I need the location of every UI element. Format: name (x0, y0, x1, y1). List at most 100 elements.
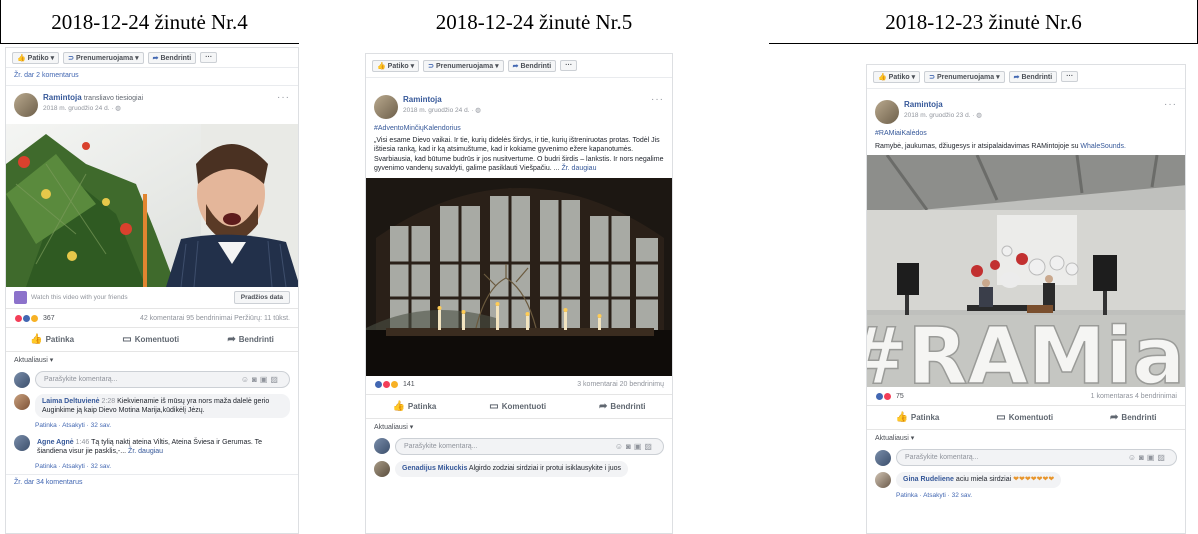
stats-counts[interactable]: 42 komentarai 95 bendrinimai Peržiūrų: 1… (140, 315, 290, 322)
hashtag[interactable]: #RAMiaiKalėdos (875, 129, 1177, 139)
composer-icons[interactable]: ☺◙▣▨ (241, 375, 281, 384)
author-name[interactable]: Ramintoja (43, 93, 82, 102)
stats-counts[interactable]: 3 komentarai 20 bendrinimų (577, 381, 664, 388)
comment-item: Genadijus Mikuckis Algirdo zodziai sirdz… (366, 458, 672, 480)
comment-meta[interactable]: Patinka · Atsakyti · 32 sav. (867, 491, 1185, 499)
comment-sort[interactable]: Aktualiausi ▾ (867, 430, 1185, 446)
follow-button[interactable]: ⊃ Prenumeruojama ▾ (63, 51, 144, 64)
comment-meta[interactable]: Patinka · Atsakyti · 32 sav. (6, 421, 298, 429)
start-watch-button[interactable]: Pradžios data (233, 291, 290, 304)
caption-border-left (0, 0, 1, 44)
avatar[interactable] (875, 472, 891, 488)
author-name[interactable]: Ramintoja (403, 95, 481, 104)
share-page-button[interactable]: ➦ Bendrinti (1008, 70, 1058, 83)
page-toolbar: 👍 Patiko ▾ ⊃ Prenumeruojama ▾ ➦ Bendrint… (867, 65, 1185, 89)
whalesounds-link[interactable]: WhaleSounds. (1080, 143, 1126, 150)
like-page-button[interactable]: 👍 Patiko ▾ (372, 59, 420, 72)
comment-sort[interactable]: Aktualiausi ▾ (6, 352, 298, 368)
avatar[interactable] (875, 100, 899, 124)
like-page-button[interactable]: 👍 Patiko ▾ (873, 70, 921, 83)
thumbs-up-icon: 👍 (895, 412, 908, 423)
caption-post-6: 2018-12-23 žinutė Nr.6 (769, 0, 1198, 44)
share-page-button[interactable]: ➦ Bendrinti (507, 59, 557, 72)
avatar[interactable] (374, 460, 390, 477)
post-actions: 👍 Patinka ▭ Komentuoti ➦ Bendrinti (366, 395, 672, 419)
post-options-icon[interactable]: ··· (651, 94, 664, 105)
avatar[interactable] (374, 95, 398, 119)
follow-button[interactable]: ⊃ Prenumeruojama ▾ (924, 70, 1005, 83)
wow-reaction-icon (30, 313, 39, 323)
reactions-summary[interactable]: 367 (14, 313, 55, 323)
comment-button[interactable]: ▭ Komentuoti (489, 401, 546, 412)
post-options-icon[interactable]: ··· (1164, 99, 1177, 110)
love-reaction-icon (883, 391, 892, 401)
ramiai-sign: #RAMiai (867, 312, 1185, 387)
like-page-button[interactable]: 👍 Patiko ▾ (12, 51, 60, 64)
like-button[interactable]: 👍 Patinka (30, 334, 74, 345)
thumbs-up-icon: 👍 (30, 334, 43, 345)
share-arrow-icon: ➦ (152, 54, 159, 62)
hashtag[interactable]: #AdventoMinčiųKalendorius (374, 124, 664, 134)
stats-counts[interactable]: 1 komentaras 4 bendrinimai (1091, 393, 1177, 400)
live-video[interactable] (6, 124, 298, 287)
caption-post-4: 2018-12-24 žinutė Nr.4 (0, 0, 299, 44)
comment-button[interactable]: ▭ Komentuoti (996, 412, 1053, 423)
watch-party-text: Watch this video with your friends (31, 294, 128, 302)
rss-icon: ⊃ (929, 73, 936, 81)
share-button[interactable]: ➦ Bendrinti (1110, 412, 1157, 423)
post-options-icon[interactable]: ··· (277, 92, 290, 103)
comment-composer: Parašykite komentarą... ☺◙▣▨ (6, 368, 298, 391)
author-name[interactable]: Ramintoja (904, 100, 982, 109)
photo-concert-stage: #RAMiai (867, 155, 1185, 387)
post-photo[interactable]: #RAMiai (867, 155, 1185, 387)
comment-sort[interactable]: Aktualiausi ▾ (366, 419, 672, 435)
post-photo[interactable] (366, 177, 672, 376)
comment-composer: Parašykite komentarą... ☺◙▣▨ (867, 446, 1185, 469)
like-button[interactable]: 👍 Patinka (392, 401, 436, 412)
post-header: Ramintoja 2018 m. gruodžio 24 d. · ◍ ··· (366, 88, 672, 122)
post-date[interactable]: 2018 m. gruodžio 24 d. · (403, 107, 475, 114)
more-button[interactable]: ··· (1061, 71, 1079, 82)
watch-party-icon (14, 291, 27, 304)
composer-icons[interactable]: ☺◙▣▨ (1128, 453, 1168, 462)
post-action: transliavo tiesiogiai (83, 95, 144, 102)
share-arrow-icon: ➦ (599, 400, 608, 412)
more-button[interactable]: ··· (200, 52, 218, 63)
video-frame (6, 124, 298, 287)
avatar[interactable] (14, 93, 38, 117)
more-button[interactable]: ··· (560, 60, 578, 71)
share-button[interactable]: ➦ Bendrinti (227, 334, 274, 345)
rss-icon: ⊃ (68, 54, 75, 62)
see-more-link[interactable]: Žr. daugiau (561, 165, 596, 172)
comment-bubble-icon: ▭ (122, 334, 132, 345)
page-toolbar: 👍 Patiko ▾ ⊃ Prenumeruojama ▾ ➦ Bendrint… (6, 48, 298, 68)
post-date[interactable]: 2018 m. gruodžio 24 d. · (43, 105, 115, 112)
post-live-video: 👍 Patiko ▾ ⊃ Prenumeruojama ▾ ➦ Bendrint… (5, 47, 299, 534)
comment-input[interactable]: Parašykite komentarą... ☺◙▣▨ (35, 371, 290, 388)
like-button[interactable]: 👍 Patinka (895, 412, 939, 423)
post-ramiai-kaledos: 👍 Patiko ▾ ⊃ Prenumeruojama ▾ ➦ Bendrint… (866, 64, 1186, 534)
comment-bubble: Genadijus Mikuckis Algirdo zodziai sirdz… (395, 460, 629, 477)
comment-input[interactable]: Parašykite komentarą... ☺◙▣▨ (896, 449, 1177, 466)
share-button[interactable]: ➦ Bendrinti (599, 401, 646, 412)
post-date[interactable]: 2018 m. gruodžio 23 d. · (904, 112, 976, 119)
comment-button[interactable]: ▭ Komentuoti (122, 334, 179, 345)
globe-icon: ◍ (475, 107, 481, 114)
comment-meta[interactable]: Patinka · Atsakyti · 32 sav. (6, 462, 298, 470)
avatar[interactable] (14, 435, 30, 451)
post-text: #RAMiaiKalėdos Ramybė, jaukumas, džiuges… (867, 127, 1185, 155)
avatar[interactable] (14, 394, 30, 410)
rss-icon: ⊃ (428, 62, 435, 70)
view-previous-comments[interactable]: Žr. dar 2 komentarus (6, 68, 298, 86)
comment-bubble: Laima Deltuvienė 2:28 Kiekvienamie iš mū… (35, 394, 290, 418)
follow-button[interactable]: ⊃ Prenumeruojama ▾ (423, 59, 504, 72)
reactions-summary[interactable]: 141 (374, 380, 415, 389)
share-arrow-icon: ➦ (1013, 73, 1020, 81)
composer-icons[interactable]: ☺◙▣▨ (615, 442, 655, 451)
comment-item: Agne Agnė 1:46 Tą tylią naktį ateina Vil… (6, 432, 298, 462)
view-more-comments[interactable]: Žr. dar 34 komentarus (6, 474, 298, 492)
reactions-summary[interactable]: 75 (875, 391, 904, 401)
comment-bubble-icon: ▭ (489, 400, 499, 412)
share-page-button[interactable]: ➦ Bendrinti (147, 51, 197, 64)
comment-input[interactable]: Parašykite komentarą... ☺◙▣▨ (395, 437, 664, 455)
